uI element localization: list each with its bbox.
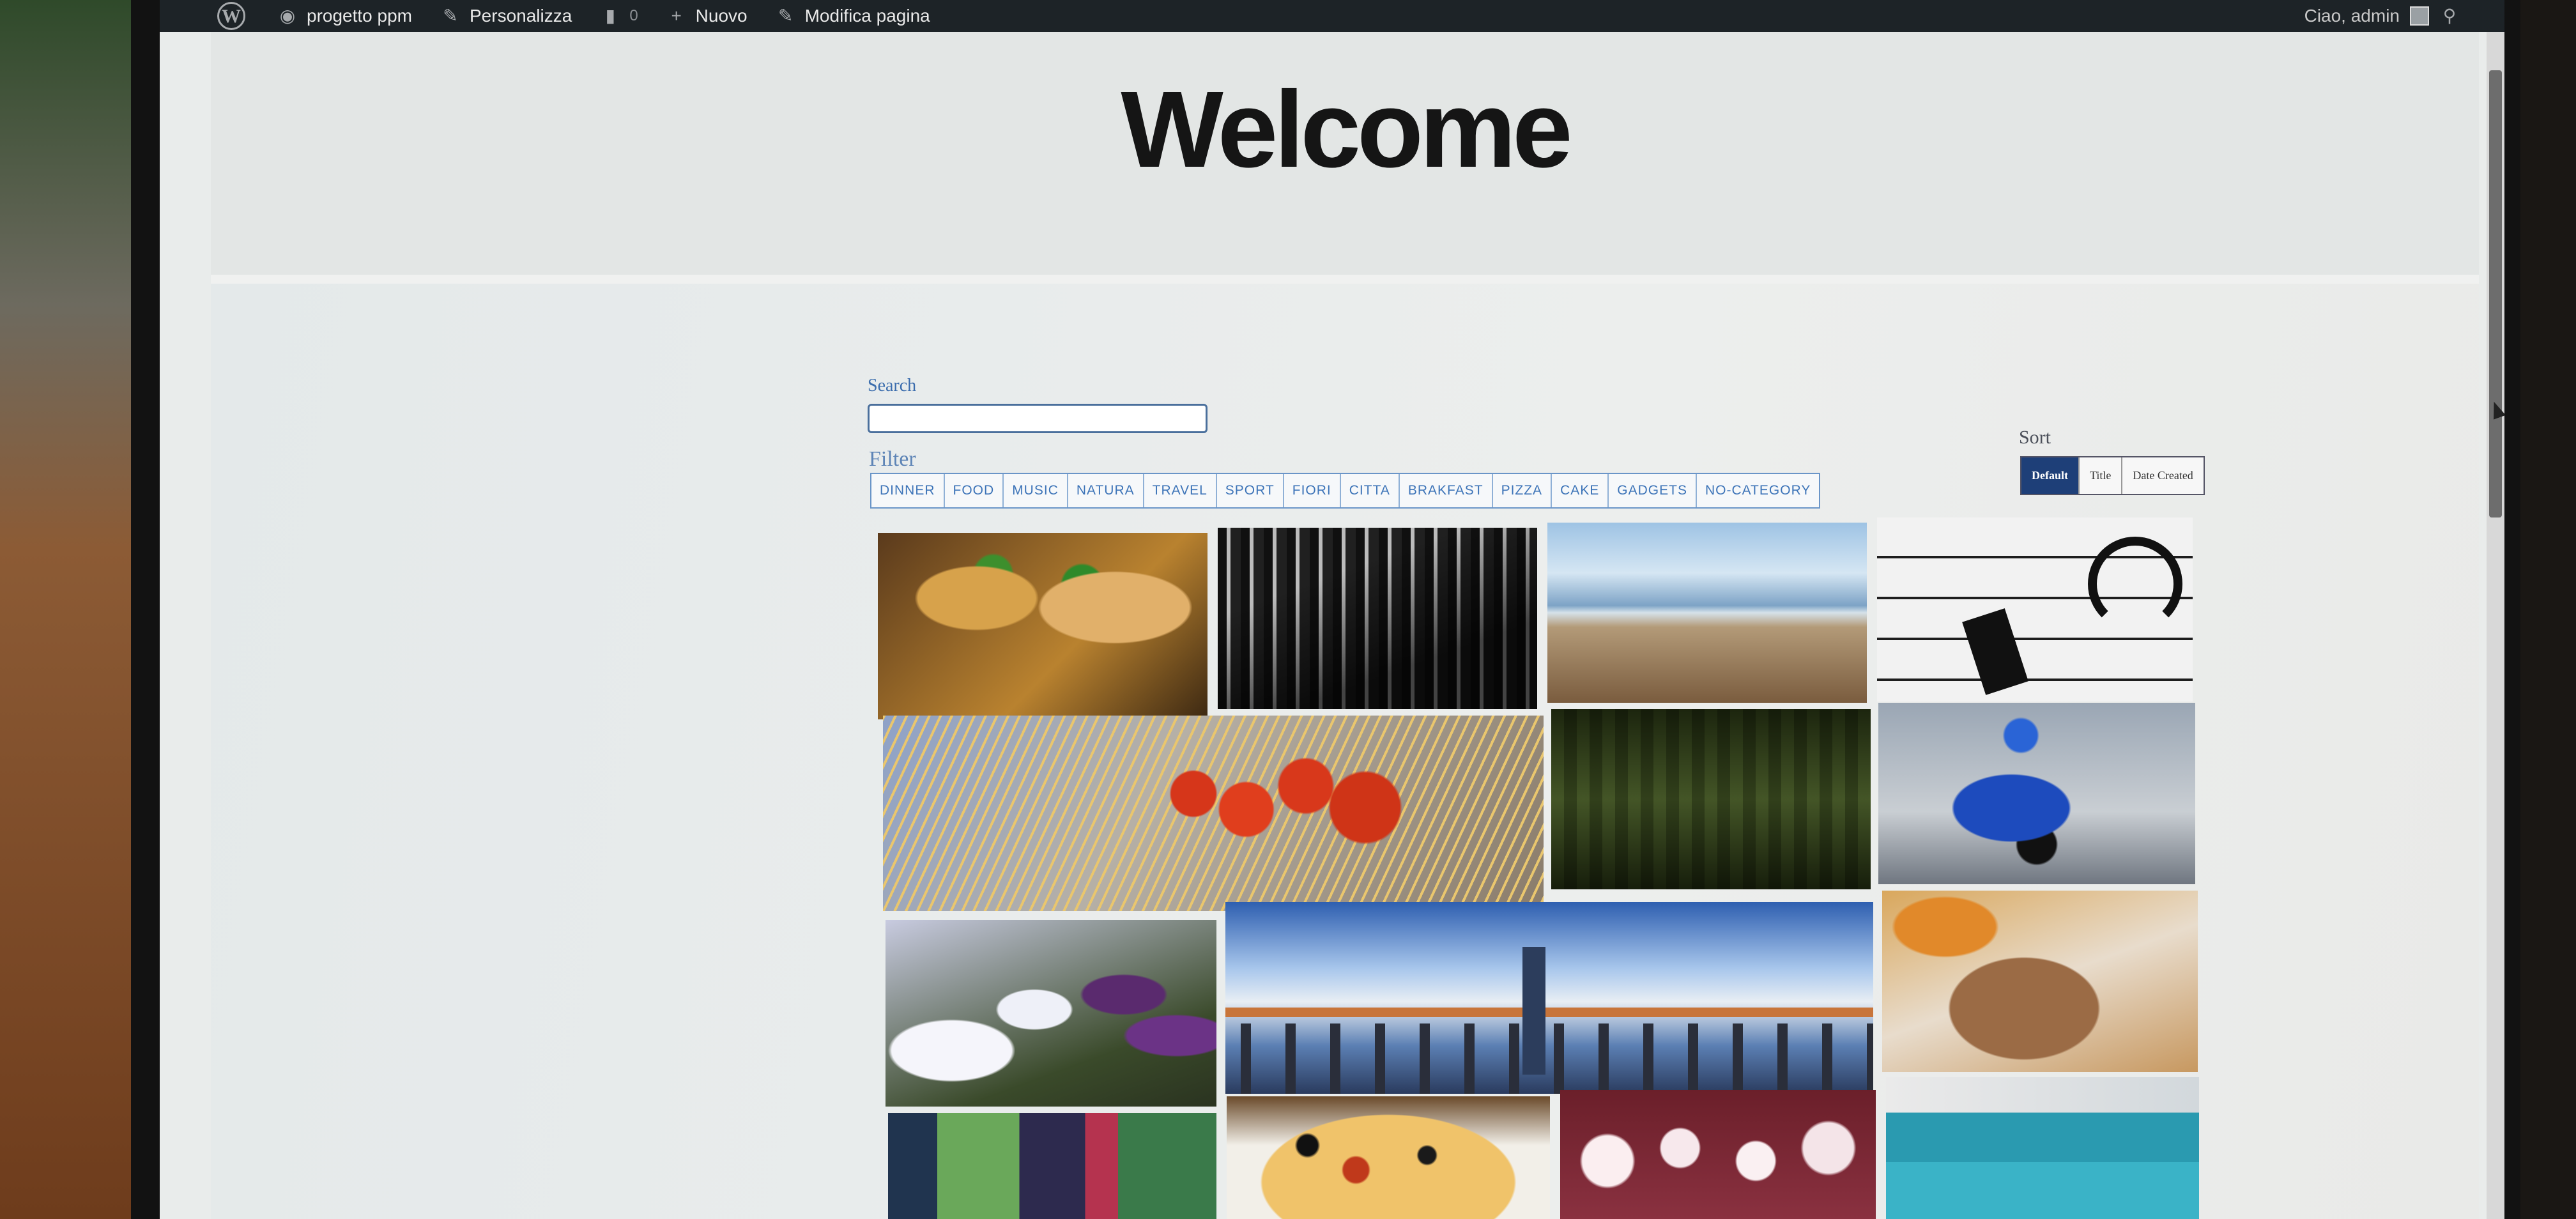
- comments-count: 0: [629, 7, 638, 24]
- filter-cake-button[interactable]: CAKE: [1552, 474, 1609, 507]
- gallery-item-motorcycle[interactable]: [1878, 703, 2195, 884]
- new-label: Nuovo: [695, 6, 747, 26]
- gallery-item-cupcakes[interactable]: [1560, 1090, 1876, 1219]
- admin-bar-comments[interactable]: ▮ 0: [600, 6, 638, 26]
- sort-label: Sort: [2019, 427, 2051, 448]
- edit-page-label: Modifica pagina: [804, 6, 930, 26]
- comment-icon: ▮: [605, 6, 616, 26]
- admin-bar-account[interactable]: Ciao, admin ⚲: [2304, 0, 2460, 32]
- gallery-item-suitcases[interactable]: [1886, 1077, 2199, 1219]
- gallery-item-sea-pier[interactable]: [1547, 523, 1867, 703]
- search-input[interactable]: [868, 404, 1208, 433]
- filter-bar: DINNER FOOD MUSIC NATURA TRAVEL SPORT FI…: [870, 473, 1821, 509]
- avatar: [2410, 6, 2429, 26]
- sort-title-button[interactable]: Title: [2080, 457, 2123, 494]
- filter-citta-button[interactable]: CITTA: [1341, 474, 1400, 507]
- filter-sport-button[interactable]: SPORT: [1217, 474, 1284, 507]
- filter-music-button[interactable]: MUSIC: [1004, 474, 1068, 507]
- admin-bar-site[interactable]: ◉ progetto ppm: [277, 6, 412, 26]
- search-label: Search: [868, 376, 917, 395]
- filter-brakfast-button[interactable]: BRAKFAST: [1400, 474, 1493, 507]
- filter-fiori-button[interactable]: FIORI: [1284, 474, 1341, 507]
- sort-default-button[interactable]: Default: [2021, 457, 2080, 494]
- gallery-item-burger[interactable]: [878, 533, 1208, 719]
- gallery-item-skyline[interactable]: [1225, 902, 1873, 1094]
- filter-label: Filter: [869, 447, 916, 471]
- filter-food-button[interactable]: FOOD: [945, 474, 1004, 507]
- pencil-icon: ✎: [778, 6, 793, 26]
- admin-bar-edit-page[interactable]: ✎ Modifica pagina: [776, 6, 930, 26]
- gallery-item-tulips[interactable]: [885, 920, 1216, 1107]
- gallery-item-breakfast[interactable]: [1882, 891, 2198, 1072]
- plus-icon: +: [671, 6, 682, 26]
- page-scrollbar[interactable]: [2487, 32, 2504, 1219]
- wordpress-logo-icon[interactable]: W: [217, 2, 245, 30]
- scrollbar-thumb[interactable]: [2489, 70, 2502, 518]
- page-header: Welcome: [211, 32, 2479, 284]
- page-title: Welcome: [1121, 69, 1572, 190]
- admin-bar-customize[interactable]: ✎ Personalizza: [440, 6, 572, 26]
- filter-travel-button[interactable]: TRAVEL: [1144, 474, 1217, 507]
- desk-background: [0, 0, 147, 1219]
- brush-icon: ✎: [443, 6, 458, 26]
- sort-date-created-button[interactable]: Date Created: [2122, 457, 2204, 494]
- filter-pizza-button[interactable]: PIZZA: [1493, 474, 1552, 507]
- customize-label: Personalizza: [470, 6, 572, 26]
- filter-natura-button[interactable]: NATURA: [1068, 474, 1144, 507]
- dashboard-icon: ◉: [279, 6, 296, 26]
- admin-bar: W ◉ progetto ppm ✎ Personalizza ▮ 0 + Nu…: [160, 0, 2504, 32]
- gallery-item-guitar[interactable]: [1551, 709, 1871, 889]
- site-name: progetto ppm: [307, 6, 412, 26]
- gallery-item-tomatoes[interactable]: [883, 716, 1544, 911]
- admin-bar-new[interactable]: + Nuovo: [666, 6, 747, 26]
- gallery-item-headphones[interactable]: [1877, 518, 2193, 702]
- gallery-item-dj-mixer[interactable]: [1218, 528, 1537, 709]
- gallery-item-market[interactable]: [888, 1113, 1216, 1219]
- search-icon[interactable]: ⚲: [2439, 6, 2460, 26]
- filter-dinner-button[interactable]: DINNER: [871, 474, 945, 507]
- browser-screen: W ◉ progetto ppm ✎ Personalizza ▮ 0 + Nu…: [160, 0, 2504, 1219]
- filter-gadgets-button[interactable]: GADGETS: [1609, 474, 1697, 507]
- filter-no-category-button[interactable]: NO-CATEGORY: [1697, 474, 1819, 507]
- greeting: Ciao, admin: [2304, 6, 2400, 26]
- gallery-item-pizza[interactable]: [1227, 1096, 1550, 1219]
- sort-bar: Default Title Date Created: [2020, 456, 2205, 495]
